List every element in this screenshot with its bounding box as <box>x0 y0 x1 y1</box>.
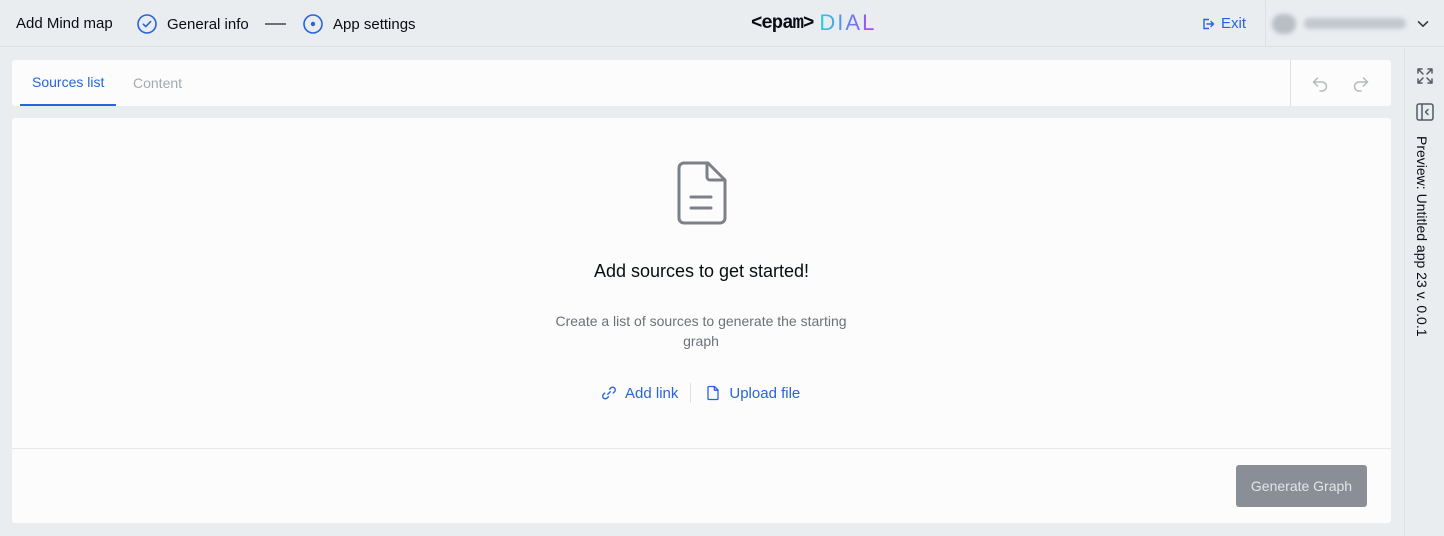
preview-label[interactable]: Preview: Untitled app 23 v. 0.0.1 <box>1414 136 1430 337</box>
tabs-panel: Sources list Content <box>12 60 1391 106</box>
tab-content[interactable]: Content <box>121 60 194 106</box>
undo-button[interactable] <box>1310 73 1330 93</box>
preview-rail: Preview: Untitled app 23 v. 0.0.1 <box>1404 48 1444 536</box>
footer-divider <box>12 448 1391 449</box>
add-link-button[interactable]: Add link <box>601 385 678 402</box>
actions-divider <box>690 383 692 403</box>
redo-icon <box>1353 77 1369 92</box>
source-actions: Add link Upload file <box>601 382 800 404</box>
collapse-panel-button[interactable] <box>1415 102 1435 122</box>
step-label: App settings <box>333 15 416 33</box>
exit-button[interactable]: Exit <box>1201 15 1246 32</box>
page-title: Add Mind map <box>16 15 113 32</box>
step-connector <box>265 23 286 25</box>
sidebar-collapse-icon <box>1416 103 1434 121</box>
step-general-info[interactable]: General info <box>137 12 249 36</box>
empty-state-description: Create a list of sources to generate the… <box>555 313 847 349</box>
step-app-settings[interactable]: App settings <box>303 12 416 36</box>
user-name-blurred[interactable] <box>1304 18 1406 29</box>
tab-sources-list[interactable]: Sources list <box>20 60 117 106</box>
generate-graph-button[interactable]: Generate Graph <box>1236 465 1367 507</box>
expand-icon <box>1417 68 1433 84</box>
exit-icon <box>1203 18 1215 29</box>
avatar[interactable] <box>1272 14 1296 34</box>
undo-icon <box>1312 77 1328 92</box>
sources-panel: Add sources to get started! Create a lis… <box>12 118 1391 523</box>
current-step-icon <box>303 14 323 34</box>
check-circle-icon <box>137 14 157 34</box>
toolbar-divider <box>1290 60 1291 106</box>
file-icon <box>707 385 720 401</box>
link-icon <box>602 386 616 400</box>
redo-button[interactable] <box>1351 73 1371 93</box>
document-icon <box>677 161 727 225</box>
empty-state-title: Add sources to get started! <box>593 261 810 281</box>
header-divider <box>1265 0 1266 47</box>
expand-button[interactable] <box>1415 66 1435 86</box>
upload-file-button[interactable]: Upload file <box>705 385 800 402</box>
app-header: Add Mind map General info App settings <… <box>0 0 1444 47</box>
chevron-down-icon[interactable] <box>1416 17 1430 31</box>
epam-dial-logo: <epam> DIAL <box>751 10 877 35</box>
step-label: General info <box>167 15 249 33</box>
